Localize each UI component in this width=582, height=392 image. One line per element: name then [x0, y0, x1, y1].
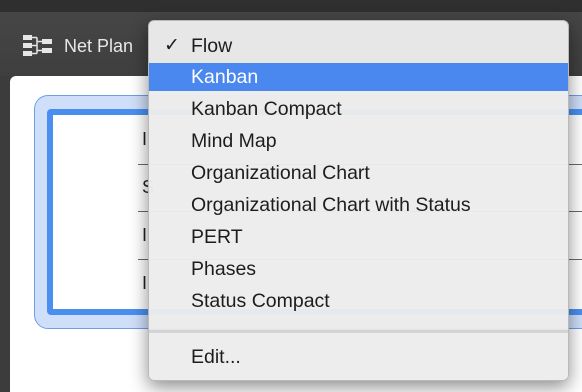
menu-item-status-compact[interactable]: Status Compact	[149, 287, 568, 315]
menu-item-organizational-chart[interactable]: Organizational Chart	[149, 159, 568, 187]
menu-item-kanban[interactable]: Kanban	[149, 63, 568, 91]
menu-item-label: Organizational Chart with Status	[191, 194, 471, 216]
menu-separator	[149, 329, 568, 333]
toolbar-top-strip	[0, 0, 582, 12]
app-window: Net Plan I S I I ✓ Flow Kanban Kanban Co…	[0, 0, 582, 392]
node-row-text: I	[142, 273, 148, 293]
menu-item-label: Edit...	[191, 346, 241, 368]
menu-item-label: Kanban Compact	[191, 98, 342, 120]
view-selector-label: Net Plan	[64, 35, 134, 56]
menu-item-label: Mind Map	[191, 130, 277, 152]
menu-item-label: Organizational Chart	[191, 162, 370, 184]
node-row-text: I	[142, 129, 148, 149]
node-row-text: I	[142, 225, 148, 245]
menu-item-label: Phases	[191, 258, 257, 280]
view-selector[interactable]: Net Plan	[22, 32, 133, 60]
menu-item-mind-map[interactable]: Mind Map	[149, 127, 568, 155]
menu-item-label: PERT	[191, 226, 243, 248]
menu-item-label: Status Compact	[191, 290, 330, 312]
menu-item-label: Kanban	[191, 66, 259, 88]
network-plan-icon	[23, 35, 52, 56]
menu-item-kanban-compact[interactable]: Kanban Compact	[149, 95, 568, 123]
menu-item-pert[interactable]: PERT	[149, 223, 568, 251]
menu-item-edit[interactable]: Edit...	[149, 343, 568, 371]
menu-item-organizational-chart-with-status[interactable]: Organizational Chart with Status	[149, 191, 568, 219]
view-popup-menu: ✓ Flow Kanban Kanban Compact Mind Map Or…	[148, 20, 569, 381]
menu-item-phases[interactable]: Phases	[149, 255, 568, 283]
menu-item-label: Flow	[191, 35, 233, 57]
menu-item-flow[interactable]: ✓ Flow	[149, 32, 568, 60]
checkmark-icon: ✓	[164, 35, 180, 56]
